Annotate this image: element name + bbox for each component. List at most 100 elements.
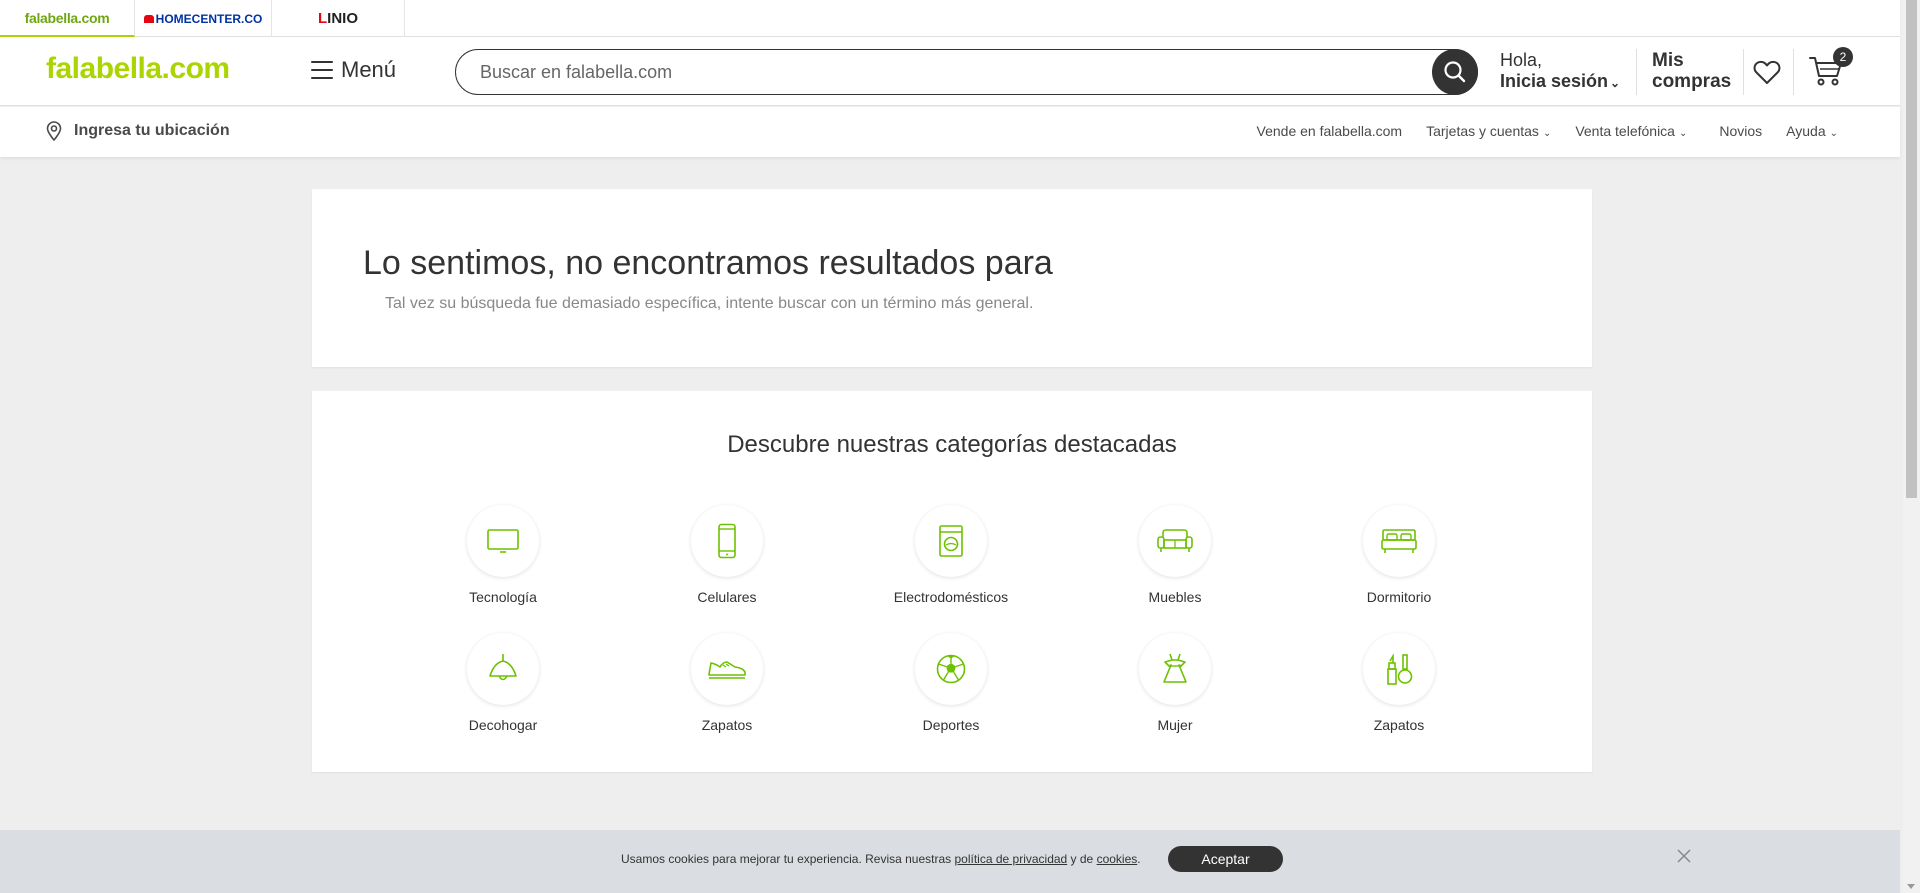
category-label: Electrodomésticos xyxy=(893,589,1009,605)
category-label: Tecnología xyxy=(469,589,537,605)
category-zapatos[interactable]: Zapatos xyxy=(627,633,827,733)
cart-count-badge: 2 xyxy=(1833,47,1853,67)
brand-tab-falabella[interactable]: falabella.com xyxy=(0,0,135,37)
search-button[interactable] xyxy=(1432,49,1478,95)
category-celulares[interactable]: Celulares xyxy=(627,505,827,605)
accept-cookies-button[interactable]: Aceptar xyxy=(1168,846,1283,872)
brand-tab-label: falabella.com xyxy=(24,9,110,26)
nav-label: Novios xyxy=(1719,123,1763,139)
heart-icon xyxy=(1753,60,1781,84)
menu-button[interactable]: Menú xyxy=(311,57,396,83)
featured-categories-card: Descubre nuestras categorías destacadas … xyxy=(312,391,1592,772)
chevron-down-icon: ⌄ xyxy=(1678,128,1688,139)
cookie-banner: Usamos cookies para mejorar tu experienc… xyxy=(0,830,1900,893)
menu-label: Menú xyxy=(341,57,397,82)
close-icon xyxy=(1677,849,1691,863)
privacy-policy-link[interactable]: política de privacidad xyxy=(954,852,1067,866)
category-label: Dormitorio xyxy=(1366,589,1432,605)
location-button[interactable]: Ingresa tu ubicación xyxy=(46,121,230,141)
cookies-link[interactable]: cookies xyxy=(1097,852,1138,866)
nav-sell[interactable]: Vende en falabella.com xyxy=(1257,123,1403,139)
nav-label: Vende en falabella.com xyxy=(1256,123,1403,139)
nav-label: Ayuda xyxy=(1786,123,1826,139)
divider xyxy=(1636,49,1637,95)
login-button[interactable]: Hola, Inicia sesión ⌄ xyxy=(1500,50,1620,94)
vertical-scrollbar[interactable] xyxy=(1903,0,1920,893)
brand-tab-label-prefix: L xyxy=(317,10,328,27)
search-bar xyxy=(455,49,1478,95)
search-input[interactable] xyxy=(480,50,1420,94)
brand-tab-homecenter[interactable]: HOMECENTER.CO xyxy=(135,0,272,37)
chevron-down-icon: ⌄ xyxy=(1610,76,1621,90)
washer-icon xyxy=(939,525,963,557)
chevron-down-icon: ⌄ xyxy=(1542,128,1552,139)
soccer-ball-icon xyxy=(936,654,966,684)
nav-cards[interactable]: Tarjetas y cuentas ⌄ xyxy=(1426,123,1551,139)
homecenter-logo-icon xyxy=(143,14,154,23)
no-results-subtitle: Tal vez su búsqueda fue demasiado especí… xyxy=(385,295,1034,312)
nav-phone-sales[interactable]: Venta telefónica ⌄ xyxy=(1575,123,1687,139)
cookie-text-after: . xyxy=(1137,852,1141,866)
category-icon-circle xyxy=(915,633,987,705)
scrollbar-thumb[interactable] xyxy=(1906,0,1917,498)
wishlist-button[interactable] xyxy=(1753,59,1781,90)
nav-help[interactable]: Ayuda ⌄ xyxy=(1786,123,1838,139)
tv-icon xyxy=(487,529,519,553)
category-label: Muebles xyxy=(1148,589,1202,605)
no-results-card: Lo sentimos, no encontramos resultados p… xyxy=(312,189,1592,367)
close-cookie-button[interactable] xyxy=(1676,848,1692,869)
category-mujer[interactable]: Mujer xyxy=(1075,633,1275,733)
nav-label: Venta telefónica xyxy=(1575,123,1675,139)
purchases-line2: compras xyxy=(1652,71,1732,92)
brand-strip: falabella.com HOMECENTER.CO L INIO xyxy=(0,0,1900,37)
category-icon-circle xyxy=(691,633,763,705)
brand-tab-label: HOMECENTER.CO xyxy=(155,11,263,26)
category-label: Celulares xyxy=(697,589,757,605)
category-icon-circle xyxy=(467,633,539,705)
divider xyxy=(1743,49,1744,95)
purchases-line1: Mis xyxy=(1652,50,1684,71)
cookie-text-middle: y de xyxy=(1067,852,1097,866)
chevron-down-icon: ⌄ xyxy=(1829,128,1838,139)
site-logo[interactable]: falabella.com xyxy=(46,52,230,86)
login-greeting: Hola, xyxy=(1500,50,1543,70)
categories-title: Descubre nuestras categorías destacadas xyxy=(727,431,1177,458)
category-deportes[interactable]: Deportes xyxy=(851,633,1051,733)
scroll-down-arrow-icon[interactable] xyxy=(1907,884,1915,889)
category-zapatos-2[interactable]: Zapatos xyxy=(1299,633,1499,733)
sofa-icon xyxy=(1157,529,1193,552)
category-muebles[interactable]: Muebles xyxy=(1075,505,1275,605)
bed-icon xyxy=(1381,529,1417,553)
category-decohogar[interactable]: Decohogar xyxy=(403,633,603,733)
hamburger-icon xyxy=(311,61,333,79)
my-purchases-button[interactable]: Mis compras xyxy=(1652,50,1731,92)
lamp-icon xyxy=(489,654,517,681)
category-icon-circle xyxy=(691,505,763,577)
nav-label: Tarjetas y cuentas xyxy=(1426,123,1539,139)
category-icon-circle xyxy=(1139,633,1211,705)
category-label: Zapatos xyxy=(1373,717,1425,733)
shoe-icon xyxy=(708,661,746,679)
search-icon xyxy=(1444,61,1466,83)
category-label: Decohogar xyxy=(468,717,538,733)
cookie-text-before: Usamos cookies para mejorar tu experienc… xyxy=(621,852,955,866)
location-label: Ingresa tu ubicación xyxy=(74,122,230,139)
phone-icon xyxy=(718,523,736,559)
category-label: Zapatos xyxy=(701,717,753,733)
category-tecnologia[interactable]: Tecnología xyxy=(403,505,603,605)
makeup-icon xyxy=(1387,653,1413,685)
no-results-title: Lo sentimos, no encontramos resultados p… xyxy=(363,244,1053,282)
category-label: Mujer xyxy=(1157,717,1193,733)
category-label: Deportes xyxy=(922,717,980,733)
cookie-message: Usamos cookies para mejorar tu experienc… xyxy=(621,852,1141,866)
category-dormitorio[interactable]: Dormitorio xyxy=(1299,505,1499,605)
category-icon-circle xyxy=(467,505,539,577)
login-label: Inicia sesión xyxy=(1500,71,1609,91)
category-icon-circle xyxy=(1363,633,1435,705)
category-electrodomesticos[interactable]: Electrodomésticos xyxy=(851,505,1051,605)
main-header: falabella.com Menú Hola, Inicia sesión⌄ … xyxy=(0,37,1900,106)
brand-tab-linio[interactable]: L INIO xyxy=(272,0,405,37)
nav-novios[interactable]: Novios xyxy=(1719,123,1762,139)
dress-icon xyxy=(1163,653,1187,683)
brand-tab-label: INIO xyxy=(327,10,358,27)
